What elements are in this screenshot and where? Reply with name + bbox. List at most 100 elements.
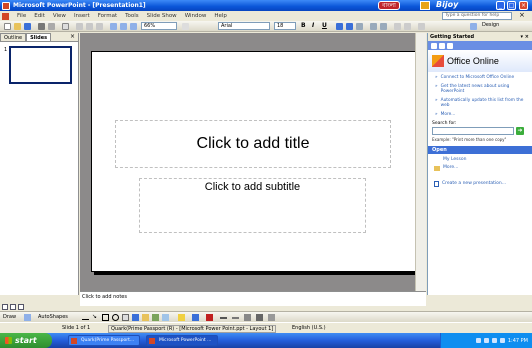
autoshapes-menu[interactable]: AutoShapes (38, 314, 68, 320)
start-button[interactable]: start (0, 333, 52, 348)
menu-slide-show[interactable]: Slide Show (143, 13, 181, 19)
slide-show-view-icon[interactable] (18, 304, 24, 310)
slide-sorter-view-icon[interactable] (10, 304, 16, 310)
task-pane-header[interactable]: Getting Started ▾ × (428, 33, 532, 41)
tray-icon[interactable] (475, 338, 481, 343)
document-icon[interactable] (2, 12, 9, 20)
align-center-icon[interactable] (346, 23, 353, 30)
menu-insert[interactable]: Insert (70, 13, 94, 19)
link-connect-office-online[interactable]: » Connect to Microsoft Office Online (435, 75, 528, 81)
link-latest-news[interactable]: » Get the latest news about using PowerP… (435, 84, 528, 95)
copy-icon[interactable] (86, 23, 93, 30)
draw-menu[interactable]: Draw (3, 314, 16, 320)
tab-outline[interactable]: Outline (0, 33, 27, 41)
notes-pane[interactable]: Click to add notes (80, 291, 426, 306)
design-icon[interactable] (470, 23, 477, 30)
italic-button[interactable]: I (312, 22, 314, 29)
spelling-icon[interactable] (62, 23, 69, 30)
paste-icon[interactable] (96, 23, 103, 30)
dash-style-icon[interactable] (232, 317, 239, 319)
vertical-scrollbar[interactable] (415, 33, 426, 291)
fill-color-icon[interactable] (178, 314, 185, 321)
close-document-icon[interactable]: × (519, 11, 525, 19)
slide-canvas[interactable]: Click to add title Click to add subtitle (91, 51, 417, 272)
tray-icon[interactable] (491, 338, 497, 343)
save-icon[interactable] (24, 23, 31, 30)
print-icon[interactable] (38, 23, 45, 30)
increase-font-icon[interactable] (394, 23, 401, 30)
new-icon[interactable] (4, 23, 11, 30)
arrow-style-icon[interactable] (244, 314, 251, 321)
line-style-icon[interactable] (220, 317, 227, 319)
font-size-select[interactable]: 18 (274, 22, 296, 30)
create-new-presentation-link[interactable]: Create a new presentation... (434, 181, 528, 187)
help-icon[interactable] (182, 23, 189, 30)
bold-button[interactable]: B (301, 22, 306, 29)
search-input[interactable] (432, 127, 514, 135)
insert-picture-icon[interactable] (130, 23, 137, 30)
diagram-icon[interactable] (142, 314, 149, 321)
menu-edit[interactable]: Edit (30, 13, 49, 19)
line-color-icon[interactable] (192, 314, 199, 321)
shadow-icon[interactable] (256, 314, 263, 321)
print-preview-icon[interactable] (48, 23, 55, 30)
minimize-button[interactable]: _ (496, 1, 505, 10)
arrow-tool-icon[interactable]: ↘ (92, 314, 99, 321)
search-go-button[interactable]: ➜ (516, 127, 524, 135)
cut-icon[interactable] (76, 23, 83, 30)
wordart-icon[interactable] (132, 314, 139, 321)
oval-icon[interactable] (112, 314, 119, 321)
insert-chart-icon[interactable] (110, 23, 117, 30)
menu-help[interactable]: Help (210, 13, 231, 19)
link-auto-update[interactable]: » Automatically update this list from th… (435, 98, 528, 109)
rectangle-icon[interactable] (102, 314, 109, 321)
menu-format[interactable]: Format (94, 13, 121, 19)
home-icon[interactable] (447, 42, 453, 49)
numbering-icon[interactable] (370, 23, 377, 30)
subtitle-placeholder[interactable]: Click to add subtitle (139, 178, 366, 233)
taskbar-button-quark[interactable]: Quark(Prime Passport... (68, 335, 140, 346)
clip-art-icon[interactable] (152, 314, 159, 321)
menu-tools[interactable]: Tools (121, 13, 143, 19)
tray-icon[interactable] (499, 338, 505, 343)
slide-thumbnail[interactable] (9, 46, 72, 84)
help-search-input[interactable]: Type a question for help (442, 12, 512, 20)
line-icon[interactable] (82, 316, 89, 320)
powerpoint-icon (2, 1, 10, 10)
open-more-files[interactable]: More... (434, 165, 528, 171)
link-more[interactable]: » More... (435, 112, 528, 118)
menu-view[interactable]: View (49, 13, 70, 19)
select-objects-icon[interactable] (24, 314, 31, 321)
3d-style-icon[interactable] (268, 314, 275, 321)
insert-picture-tool-icon[interactable] (162, 314, 169, 321)
maximize-button[interactable]: □ (507, 1, 516, 10)
font-select[interactable]: Arial (218, 22, 270, 30)
open-icon[interactable] (14, 23, 21, 30)
insert-table-icon[interactable] (120, 23, 127, 30)
close-pane-icon[interactable]: × (70, 33, 75, 41)
zoom-select[interactable]: 66% (141, 22, 177, 30)
forward-icon[interactable] (439, 42, 445, 49)
tray-icon[interactable] (483, 338, 489, 343)
normal-view-icon[interactable] (2, 304, 8, 310)
open-file-my-lesson[interactable]: My Lesson (434, 157, 528, 162)
keyboard-icon[interactable] (420, 1, 430, 10)
language-indicator[interactable]: বাংলা (378, 1, 400, 10)
menu-window[interactable]: Window (181, 13, 211, 19)
align-right-icon[interactable] (356, 23, 363, 30)
menu-file[interactable]: File (13, 13, 30, 19)
back-icon[interactable] (431, 42, 437, 49)
close-button[interactable]: × (519, 1, 528, 10)
taskbar-button-powerpoint[interactable]: Microsoft PowerPoint ... (146, 335, 218, 346)
design-button[interactable]: Design (482, 22, 499, 28)
align-left-icon[interactable] (336, 23, 343, 30)
title-placeholder[interactable]: Click to add title (115, 120, 391, 168)
decrease-font-icon[interactable] (404, 23, 411, 30)
underline-button[interactable]: U (322, 22, 327, 29)
tab-slides[interactable]: Slides (26, 33, 52, 41)
text-box-icon[interactable] (122, 314, 129, 321)
font-color-tool-icon[interactable] (206, 314, 213, 321)
bullets-icon[interactable] (380, 23, 387, 30)
font-color-icon[interactable] (418, 23, 425, 30)
close-task-pane-icon[interactable]: ▾ × (521, 33, 529, 41)
